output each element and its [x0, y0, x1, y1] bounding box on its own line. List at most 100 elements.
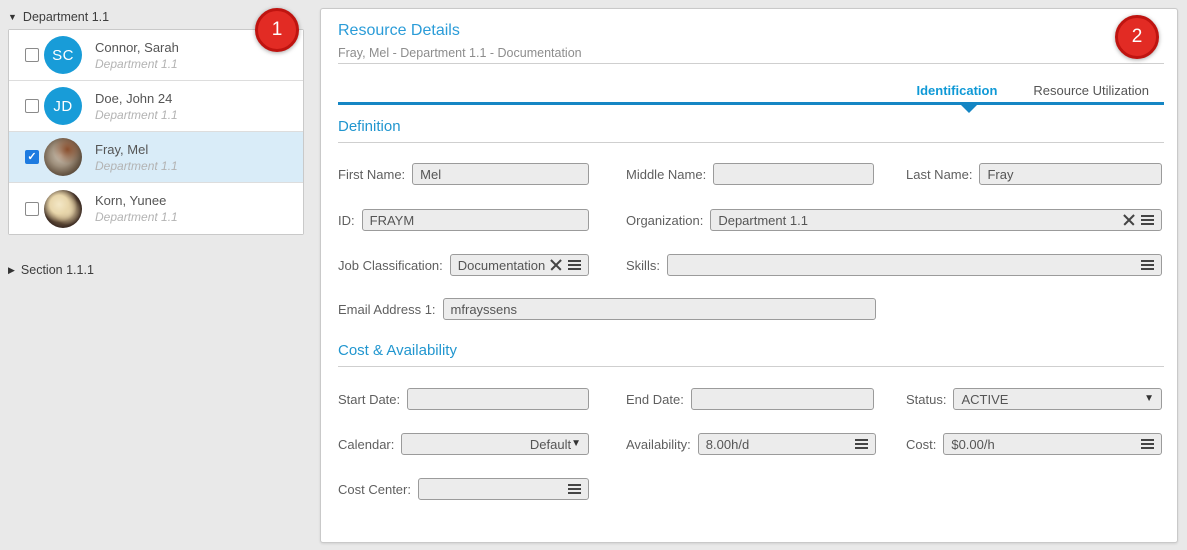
email-1-input[interactable]: mfrayssens — [443, 298, 876, 320]
status-select[interactable]: ACTIVE ▼ — [953, 388, 1162, 410]
job-classification-picker[interactable]: Documentation — [450, 254, 589, 276]
clear-icon[interactable] — [1123, 214, 1135, 226]
field-label: Email Address 1: — [338, 302, 436, 317]
list-item-fray-mel-selected[interactable]: ✓ Fray, Mel Department 1.1 — [9, 132, 303, 183]
field-group-status: Status: ACTIVE ▼ — [906, 388, 1162, 410]
field-label: Middle Name: — [626, 167, 706, 182]
section-divider — [338, 142, 1164, 143]
list-item-doe-john[interactable]: JD Doe, John 24 Department 1.1 — [9, 81, 303, 132]
section-title-definition: Definition — [338, 118, 401, 135]
list-item-korn-yunee[interactable]: Korn, Yunee Department 1.1 — [9, 183, 303, 234]
person-text: Fray, Mel Department 1.1 — [95, 141, 178, 174]
field-value: 8.00h/d — [706, 437, 749, 452]
clear-icon[interactable] — [550, 259, 562, 271]
avatar-initials: SC — [44, 36, 82, 74]
field-group-skills: Skills: — [626, 254, 1162, 276]
person-text: Doe, John 24 Department 1.1 — [95, 90, 178, 123]
field-value: $0.00/h — [951, 437, 994, 452]
person-department: Department 1.1 — [95, 107, 178, 123]
skills-picker[interactable] — [667, 254, 1162, 276]
field-value: Default — [530, 437, 571, 452]
field-group-email-1: Email Address 1: mfrayssens — [338, 298, 876, 320]
field-value: Documentation — [458, 258, 545, 273]
field-group-start-date: Start Date: — [338, 388, 589, 410]
cost-center-picker[interactable] — [418, 478, 589, 500]
resource-list: SC Connor, Sarah Department 1.1 JD Doe, … — [8, 29, 304, 235]
tree-node-section[interactable]: ▶ Section 1.1.1 — [8, 263, 94, 277]
active-tab-pointer — [961, 105, 977, 113]
check-icon: ✓ — [27, 152, 36, 163]
tree-node-department[interactable]: ▼ Department 1.1 — [8, 10, 109, 24]
wolf-photo-avatar — [44, 138, 82, 176]
list-picker-icon[interactable] — [1141, 215, 1154, 225]
availability-input[interactable]: 8.00h/d — [698, 433, 876, 455]
list-picker-icon[interactable] — [855, 439, 868, 449]
person-name: Korn, Yunee — [95, 192, 178, 209]
popcorn-photo-avatar — [44, 190, 82, 228]
first-name-input[interactable]: Mel — [412, 163, 589, 185]
field-label: Last Name: — [906, 167, 972, 182]
start-date-input[interactable] — [407, 388, 589, 410]
checkbox-unchecked[interactable] — [25, 99, 39, 113]
checkbox-unchecked[interactable] — [25, 202, 39, 216]
person-text: Korn, Yunee Department 1.1 — [95, 192, 178, 225]
tab-identification[interactable]: Identification — [917, 83, 998, 98]
field-value: ACTIVE — [961, 392, 1008, 407]
field-value: Department 1.1 — [718, 213, 808, 228]
field-group-last-name: Last Name: Fray — [906, 163, 1162, 185]
field-group-middle-name: Middle Name: — [626, 163, 874, 185]
avatar-initials-text: JD — [53, 98, 72, 115]
chevron-down-icon[interactable]: ▼ — [1144, 394, 1154, 404]
page-title: Resource Details — [338, 22, 460, 40]
chevron-down-icon[interactable]: ▼ — [8, 13, 17, 22]
list-picker-icon[interactable] — [1141, 260, 1154, 270]
field-label: Calendar: — [338, 437, 394, 452]
tree-node-label: Department 1.1 — [23, 10, 109, 24]
middle-name-input[interactable] — [713, 163, 874, 185]
cost-input[interactable]: $0.00/h — [943, 433, 1162, 455]
field-group-id: ID: FRAYM — [338, 209, 589, 231]
field-label: ID: — [338, 213, 355, 228]
tab-resource-utilization[interactable]: Resource Utilization — [1033, 83, 1149, 98]
person-name: Doe, John 24 — [95, 90, 178, 107]
annotation-badge-2: 2 — [1115, 15, 1159, 59]
field-value: FRAYM — [370, 213, 415, 228]
field-label: Cost: — [906, 437, 936, 452]
section-title-cost-availability: Cost & Availability — [338, 342, 457, 359]
person-department: Department 1.1 — [95, 209, 178, 225]
breadcrumb: Fray, Mel - Department 1.1 - Documentati… — [338, 46, 582, 60]
field-label: Start Date: — [338, 392, 400, 407]
person-name: Fray, Mel — [95, 141, 178, 158]
field-value: Fray — [987, 167, 1013, 182]
id-input[interactable]: FRAYM — [362, 209, 589, 231]
chevron-right-icon[interactable]: ▶ — [8, 266, 15, 275]
field-label: End Date: — [626, 392, 684, 407]
header-divider — [338, 63, 1164, 64]
field-group-first-name: First Name: Mel — [338, 163, 589, 185]
list-picker-icon[interactable] — [1141, 439, 1154, 449]
list-picker-icon[interactable] — [568, 484, 581, 494]
field-group-availability: Availability: 8.00h/d — [626, 433, 876, 455]
checkbox-unchecked[interactable] — [25, 48, 39, 62]
chevron-down-icon[interactable]: ▼ — [571, 439, 581, 449]
person-name: Connor, Sarah — [95, 39, 179, 56]
person-department: Department 1.1 — [95, 158, 178, 174]
field-value: mfrayssens — [451, 302, 517, 317]
tab-bar: Identification Resource Utilization — [917, 83, 1150, 98]
organization-picker[interactable]: Department 1.1 — [710, 209, 1162, 231]
end-date-input[interactable] — [691, 388, 874, 410]
avatar-initials: JD — [44, 87, 82, 125]
field-label: Skills: — [626, 258, 660, 273]
annotation-badge-1: 1 — [255, 8, 299, 52]
checkbox-checked[interactable]: ✓ — [25, 150, 39, 164]
calendar-select[interactable]: Default ▼ — [401, 433, 589, 455]
list-picker-icon[interactable] — [568, 260, 581, 270]
section-divider — [338, 366, 1164, 367]
field-label: Status: — [906, 392, 946, 407]
avatar-initials-text: SC — [52, 47, 74, 64]
person-text: Connor, Sarah Department 1.1 — [95, 39, 179, 72]
active-tab-underline — [338, 102, 1164, 105]
field-group-end-date: End Date: — [626, 388, 874, 410]
last-name-input[interactable]: Fray — [979, 163, 1162, 185]
field-group-organization: Organization: Department 1.1 — [626, 209, 1162, 231]
